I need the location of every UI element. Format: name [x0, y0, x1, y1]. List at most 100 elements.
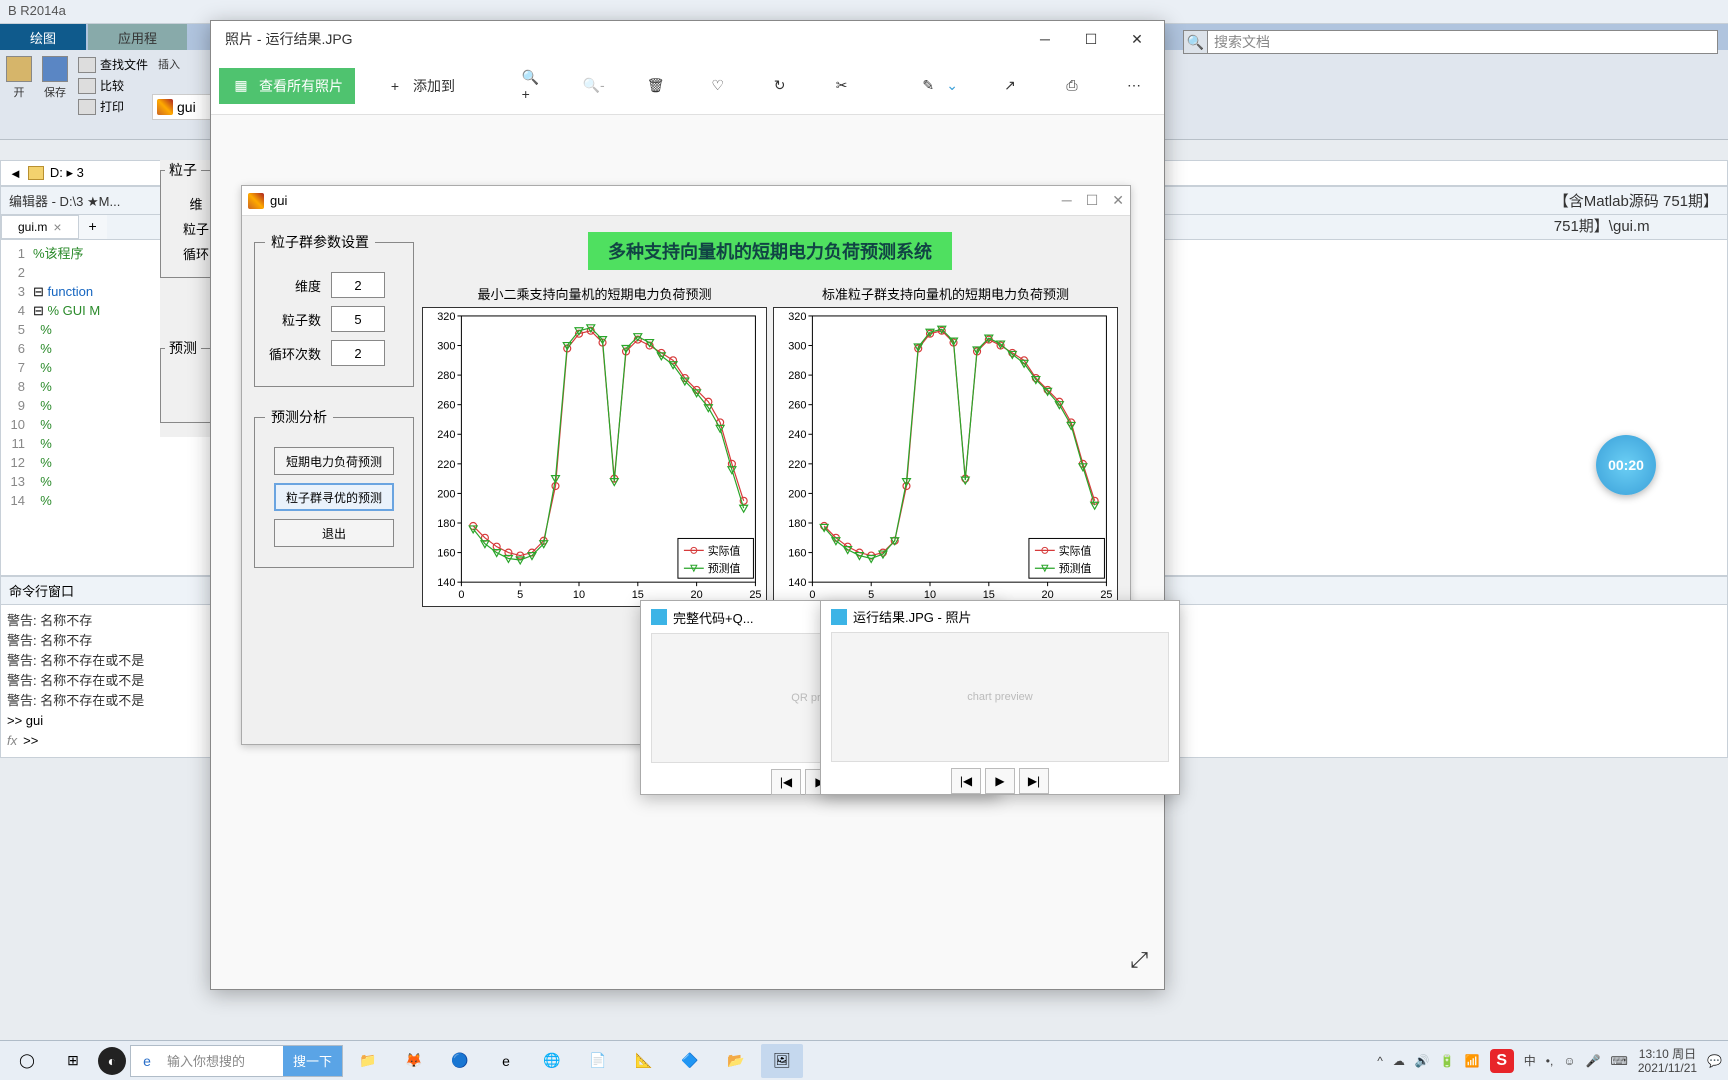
- next-button[interactable]: ▶|: [1019, 768, 1049, 794]
- taskbar-app[interactable]: 📄: [577, 1044, 619, 1078]
- dim-input[interactable]: [331, 272, 385, 298]
- insert-button[interactable]: 插入: [158, 56, 180, 72]
- maximize-button[interactable]: ☐: [1086, 192, 1099, 209]
- matlab-logo-icon: [248, 193, 264, 209]
- print-button[interactable]: ⎙: [1050, 68, 1094, 104]
- back-icon[interactable]: ◄: [9, 166, 22, 181]
- tray-icon[interactable]: •,: [1546, 1054, 1554, 1068]
- photos-window: 照片 - 运行结果.JPG ─ ☐ ✕ ▦ 查看所有照片 + 添加到 🔍+ 🔍-…: [210, 20, 1165, 990]
- compare-button[interactable]: 比较: [78, 77, 148, 94]
- svg-text:10: 10: [573, 589, 585, 601]
- sogou-ime-icon[interactable]: S: [1490, 1049, 1514, 1073]
- onedrive-icon[interactable]: ☁: [1393, 1054, 1405, 1068]
- taskbar-app[interactable]: 🌐: [531, 1044, 573, 1078]
- taskbar-explorer[interactable]: 📂: [715, 1044, 757, 1078]
- loops-label: 循环次数: [265, 344, 321, 363]
- add-to-button[interactable]: + 添加到: [373, 68, 467, 104]
- tray-icon[interactable]: 🎤: [1586, 1054, 1601, 1068]
- fx-icon[interactable]: fx: [7, 731, 17, 751]
- zoom-out-icon: 🔍-: [584, 76, 604, 96]
- close-button[interactable]: ✕: [1114, 23, 1160, 55]
- zoom-in-button[interactable]: 🔍+: [510, 68, 554, 104]
- zoom-out-button[interactable]: 🔍-: [572, 68, 616, 104]
- svg-text:预测值: 预测值: [1059, 562, 1092, 575]
- chart-title: 最小二乘支持向量机的短期电力负荷预测: [422, 284, 767, 303]
- wifi-icon[interactable]: 📶: [1465, 1054, 1480, 1068]
- edit-button[interactable]: ✎⌄: [906, 68, 970, 104]
- svg-text:220: 220: [788, 459, 806, 471]
- share-button[interactable]: ↗: [988, 68, 1032, 104]
- crop-button[interactable]: ✂: [820, 68, 864, 104]
- play-button[interactable]: ▶: [985, 768, 1015, 794]
- view-all-photos-button[interactable]: ▦ 查看所有照片: [219, 68, 355, 104]
- minimize-button[interactable]: ─: [1022, 23, 1068, 55]
- search-button[interactable]: 搜一下: [283, 1046, 342, 1076]
- svg-text:实际值: 实际值: [708, 543, 741, 557]
- expand-icon[interactable]: ⤢: [1130, 947, 1148, 973]
- svg-text:200: 200: [437, 488, 455, 500]
- favorite-button[interactable]: ♡: [696, 68, 740, 104]
- notification-icon[interactable]: 💬: [1707, 1054, 1722, 1068]
- taskbar-app[interactable]: e: [485, 1044, 527, 1078]
- svg-text:0: 0: [458, 589, 464, 601]
- clock[interactable]: 13:10 周日 2021/11/21: [1638, 1047, 1697, 1075]
- more-button[interactable]: ⋯: [1112, 68, 1156, 104]
- panel-legend: 预测分析: [265, 407, 333, 427]
- exit-button[interactable]: 退出: [274, 519, 394, 547]
- minimize-button[interactable]: ─: [1062, 192, 1072, 209]
- ime-label[interactable]: 中: [1524, 1052, 1536, 1069]
- save-button[interactable]: 保存: [42, 56, 68, 100]
- tray-up-icon[interactable]: ^: [1377, 1054, 1383, 1068]
- rotate-icon: ↻: [770, 76, 790, 96]
- editor-tab-add[interactable]: +: [79, 215, 107, 239]
- doc-search[interactable]: 🔍 搜索文档: [1183, 30, 1718, 54]
- tab-app[interactable]: 应用程: [88, 24, 187, 50]
- taskbar-app[interactable]: 🔵: [439, 1044, 481, 1078]
- tab-plot[interactable]: 绘图: [0, 24, 86, 50]
- thumb-title: 完整代码+Q...: [673, 608, 754, 627]
- find-files-button[interactable]: 查找文件: [78, 56, 148, 73]
- maximize-button[interactable]: ☐: [1068, 23, 1114, 55]
- predict-panel: 预测分析 短期电力负荷预测 粒子群寻优的预测 退出: [254, 407, 414, 568]
- search-placeholder[interactable]: 输入你想搜的: [163, 1051, 283, 1070]
- particles-input[interactable]: [331, 306, 385, 332]
- taskbar-thumbnail-2[interactable]: 运行结果.JPG - 照片 chart preview |◀ ▶ ▶|: [820, 600, 1180, 795]
- search-input[interactable]: 搜索文档: [1208, 32, 1717, 52]
- prev-button[interactable]: |◀: [771, 769, 801, 795]
- open-button[interactable]: 开: [6, 56, 32, 100]
- svg-text:280: 280: [437, 370, 455, 382]
- close-icon[interactable]: ×: [53, 219, 61, 235]
- battery-icon[interactable]: 🔋: [1440, 1054, 1455, 1068]
- tray-icon[interactable]: ⌨: [1611, 1054, 1628, 1068]
- taskbar-photos[interactable]: 🖼: [761, 1044, 803, 1078]
- svg-text:280: 280: [788, 370, 806, 382]
- taskbar-search[interactable]: e 输入你想搜的 搜一下: [130, 1045, 343, 1077]
- thumbnail-image: chart preview: [831, 632, 1169, 762]
- tray-icon[interactable]: ☺: [1563, 1054, 1575, 1068]
- prev-button[interactable]: |◀: [951, 768, 981, 794]
- photos-title: 照片 - 运行结果.JPG: [215, 29, 353, 49]
- obs-icon[interactable]: ◐: [98, 1047, 126, 1075]
- start-button[interactable]: ◯: [6, 1044, 48, 1078]
- recording-timer[interactable]: 00:20: [1596, 435, 1656, 495]
- taskbar-app[interactable]: 🔷: [669, 1044, 711, 1078]
- plus-icon: +: [385, 76, 405, 96]
- rotate-button[interactable]: ↻: [758, 68, 802, 104]
- task-view-button[interactable]: ⊞: [52, 1044, 94, 1078]
- panel-legend: 粒子群参数设置: [265, 232, 375, 252]
- volume-icon[interactable]: 🔊: [1415, 1054, 1430, 1068]
- system-title: 多种支持向量机的短期电力负荷预测系统: [588, 232, 952, 270]
- taskbar-app[interactable]: 📁: [347, 1044, 389, 1078]
- delete-button[interactable]: 🗑: [634, 68, 678, 104]
- forecast-button[interactable]: 短期电力负荷预测: [274, 447, 394, 475]
- svg-text:160: 160: [437, 548, 455, 560]
- taskbar-app[interactable]: 🦊: [393, 1044, 435, 1078]
- pso-forecast-button[interactable]: 粒子群寻优的预测: [274, 483, 394, 511]
- loops-input[interactable]: [331, 340, 385, 366]
- close-button[interactable]: ✕: [1112, 192, 1124, 209]
- taskbar-matlab[interactable]: 📐: [623, 1044, 665, 1078]
- search-icon[interactable]: 🔍: [1184, 31, 1208, 53]
- editor-tab-gui[interactable]: gui.m×: [1, 215, 79, 239]
- print-button[interactable]: 打印: [78, 98, 148, 115]
- gui-title-text: gui: [270, 193, 287, 208]
